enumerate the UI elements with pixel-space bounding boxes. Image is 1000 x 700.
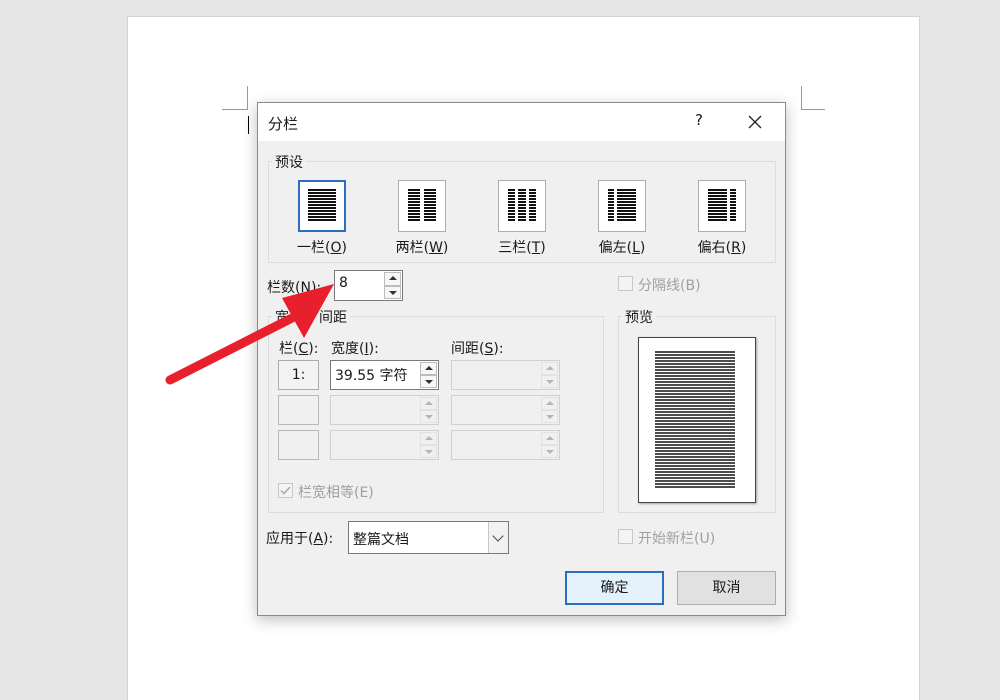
annotation-arrow-icon [165,284,334,385]
